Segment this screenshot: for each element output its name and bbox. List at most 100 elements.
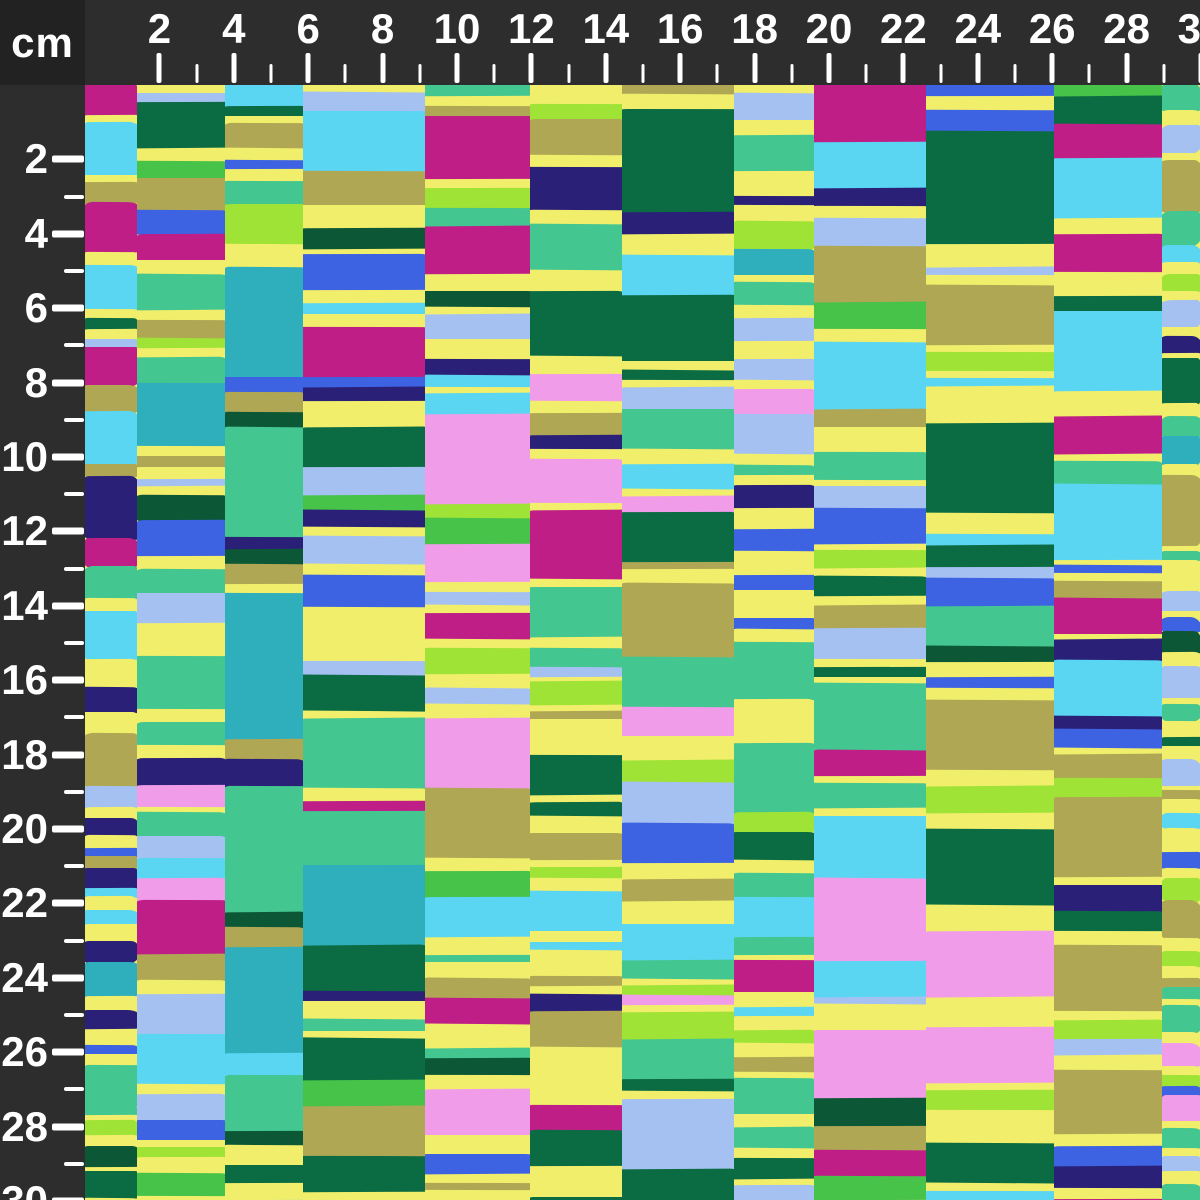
fabric-stripe [734, 1185, 814, 1200]
fabric-stripe [814, 217, 926, 248]
ruler-number: 20 [1, 805, 48, 853]
fabric-stripe [814, 628, 926, 662]
fabric-stripe [622, 782, 734, 826]
fabric-stripe [734, 414, 814, 456]
fabric-stripe [734, 529, 814, 554]
fabric-stripe [303, 675, 425, 714]
fabric-stripe [137, 356, 225, 385]
fabric-stripe [425, 414, 530, 507]
fabric-stripe [622, 512, 734, 564]
fabric-stripe [734, 1126, 814, 1150]
ruler-tick-major [52, 677, 84, 684]
fabric-column [303, 85, 425, 1200]
fabric-stripe [303, 111, 425, 173]
ruler-tick-major [52, 974, 84, 981]
fabric-stripe [814, 342, 926, 372]
ruler-number: 14 [582, 5, 629, 53]
fabric-stripe [1054, 597, 1162, 636]
ruler-tick-major [52, 230, 84, 237]
fabric-stripe [85, 962, 137, 998]
fabric-stripe [1162, 1043, 1200, 1068]
fabric-stripe [137, 495, 225, 523]
fabric-stripe [814, 749, 926, 778]
fabric-stripe [926, 829, 1054, 908]
ruler-tick-minor [1014, 64, 1017, 83]
ruler-tick-minor [64, 715, 84, 719]
fabric-stripe [1162, 85, 1200, 112]
fabric-stripe [225, 267, 303, 380]
fabric-stripe [926, 158, 1054, 246]
fabric-stripe [1162, 358, 1200, 405]
ruler-tick-minor [939, 64, 942, 83]
ruler-tick-minor [1088, 64, 1091, 83]
ruler-tick-major [529, 53, 534, 83]
fabric-stripe [303, 717, 425, 790]
fabric-stripe [1162, 125, 1200, 155]
fabric-column [814, 85, 926, 1200]
ruler-tick-major [455, 53, 460, 83]
fabric-stripe [137, 900, 225, 957]
fabric-stripe [425, 116, 530, 181]
ruler-number: 20 [806, 5, 853, 53]
ruler-tick-major [52, 454, 84, 461]
fabric-stripe [225, 427, 303, 540]
fabric-stripe [85, 538, 137, 568]
ruler-number: 8 [25, 359, 48, 407]
fabric-stripe [622, 706, 734, 738]
fabric-stripe [137, 273, 225, 312]
fabric-stripe [303, 1079, 425, 1108]
fabric-stripe [425, 314, 530, 342]
ruler-number: 18 [1, 731, 48, 779]
fabric-stripe [530, 185, 622, 213]
fabric-stripe [622, 879, 734, 903]
fabric-stripe [530, 459, 622, 505]
fabric-stripe [530, 291, 622, 322]
fabric-stripe [622, 464, 734, 491]
ruler-number: 24 [1, 954, 48, 1002]
fabric-stripe [1162, 878, 1200, 903]
fabric-stripe [137, 785, 225, 809]
fabric-stripe [622, 924, 734, 962]
fabric-stripe [530, 509, 622, 581]
fabric-stripe [622, 1038, 734, 1081]
fabric-stripe [622, 255, 734, 298]
fabric-stripe [622, 211, 734, 236]
ruler-tick-major [603, 53, 608, 83]
fabric-stripe [734, 743, 814, 815]
ruler-tick-major [678, 53, 683, 83]
fabric-stripe [1054, 311, 1162, 393]
fabric-stripe [1162, 160, 1200, 213]
ruler-number: 8 [371, 5, 394, 53]
ruler-number: 2 [148, 5, 171, 53]
fabric-column [926, 85, 1054, 1200]
ruler-number: 22 [1, 879, 48, 927]
fabric-stripe [425, 1089, 530, 1138]
fabric-stripe [1162, 1005, 1200, 1034]
ruler-number: 30 [1178, 5, 1200, 53]
fabric-stripe [137, 812, 225, 838]
ruler-number: 22 [880, 5, 927, 53]
ruler-top: 24681012141618202224262830 [0, 0, 1200, 85]
fabric-stripe [425, 544, 530, 585]
fabric-stripe [137, 1034, 225, 1086]
ruler-tick-major [52, 602, 84, 609]
fabric-stripe [1054, 234, 1162, 275]
fabric-stripe [85, 611, 137, 661]
fabric-stripe [814, 302, 926, 332]
fabric-stripe [85, 1065, 137, 1109]
fabric-stripe [425, 647, 530, 676]
fabric-stripe [303, 865, 425, 947]
ruler-tick-minor [64, 1013, 84, 1017]
fabric-stripe [530, 119, 622, 157]
fabric-stripe [1054, 911, 1162, 933]
ruler-tick-major [1124, 53, 1129, 83]
fabric-stripe [530, 890, 622, 933]
fabric-stripe [734, 897, 814, 939]
ruler-number: 10 [1, 433, 48, 481]
ruler-tick-minor [64, 343, 84, 347]
fabric-stripe [734, 135, 814, 174]
fabric-stripe [734, 873, 814, 899]
fabric-stripe [1054, 483, 1162, 562]
fabric-stripe [814, 961, 926, 999]
ruler-tick-major [231, 53, 236, 83]
